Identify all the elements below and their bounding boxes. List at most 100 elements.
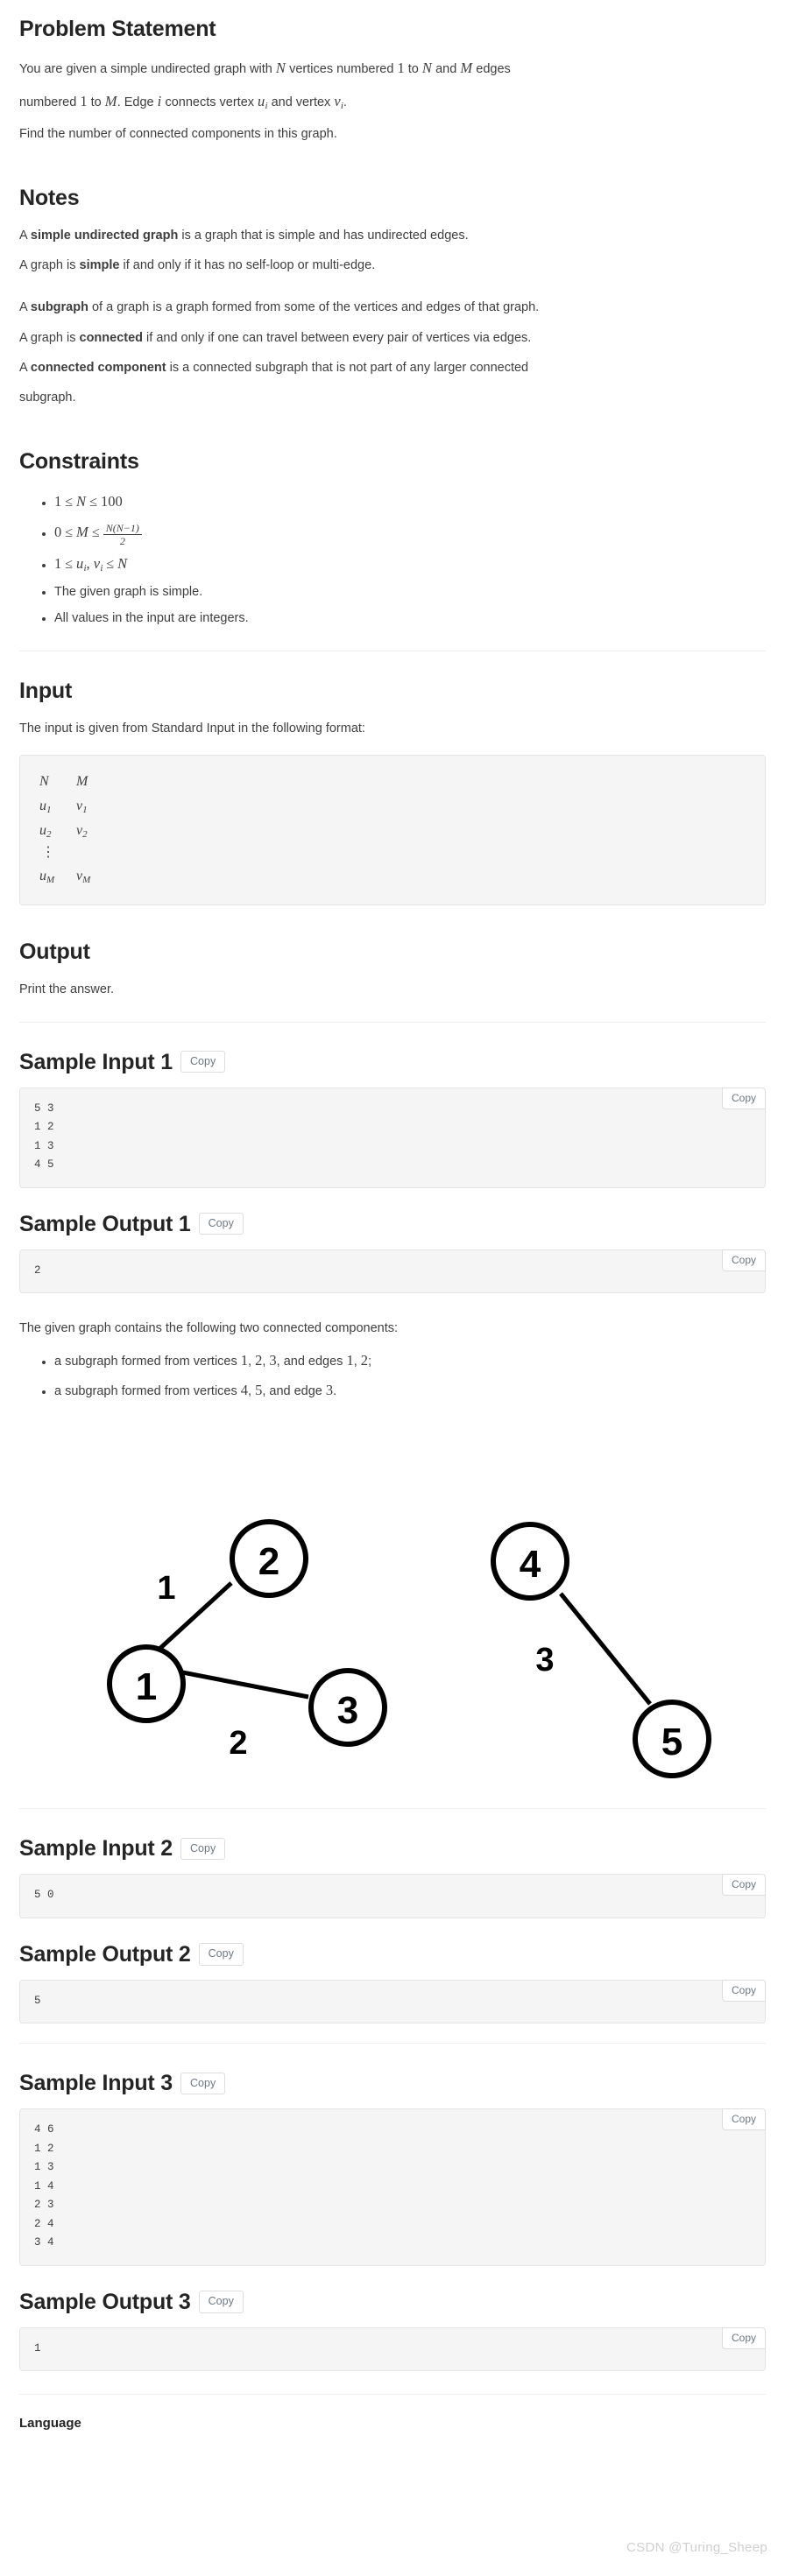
- text: and vertex: [267, 95, 335, 110]
- constraint-item-simple: The given graph is simple.: [54, 580, 766, 605]
- text: is a connected subgraph that is not part…: [166, 360, 529, 375]
- math-v: v: [334, 93, 341, 110]
- math-M: M: [76, 524, 88, 541]
- sample-output-2-title: Sample Output 2: [19, 1941, 191, 1967]
- sample-input-1-title: Sample Input 1: [19, 1049, 173, 1074]
- problem-statement-line-3: Find the number of connected components …: [19, 126, 337, 141]
- math-N: N: [76, 493, 87, 510]
- graph-svg: 1 2 3 4 5 1 2 3: [107, 1519, 711, 1779]
- math-value: 100: [101, 493, 123, 510]
- term-connected-component: connected component: [30, 360, 166, 375]
- math-one: 1: [397, 60, 405, 76]
- input-format-row-2: u1 v1: [39, 794, 751, 819]
- math-value: 3: [269, 1352, 277, 1369]
- section-heading-sample-input-1: Sample Input 1 Copy: [19, 1049, 766, 1075]
- section-heading-output: Output: [19, 939, 766, 965]
- math-operator: ≤: [106, 556, 115, 572]
- text: vertices numbered: [286, 62, 398, 76]
- graph-node-label-2: 2: [258, 1540, 279, 1583]
- sample-output-1-title: Sample Output 1: [19, 1211, 191, 1236]
- constraints-title: Constraints: [19, 449, 139, 475]
- section-heading-notes: Notes: [19, 185, 766, 211]
- text: edges: [472, 62, 511, 76]
- section-heading-sample-input-2: Sample Input 2 Copy: [19, 1835, 766, 1862]
- footer-divider: [19, 2394, 766, 2396]
- text: . Edge: [117, 95, 158, 110]
- copy-button-sample-input-1-heading[interactable]: Copy: [180, 1050, 226, 1073]
- text: if and only if one can travel between ev…: [143, 330, 532, 345]
- math-N: N: [421, 60, 433, 76]
- copy-button-sample-output-3[interactable]: Copy: [721, 2326, 766, 2349]
- text: A: [19, 360, 31, 375]
- section-heading-input: Input: [19, 678, 766, 704]
- sample-input-3-block: Copy 4 6 1 2 1 3 1 4 2 3 2 4 3 4: [19, 2108, 766, 2266]
- math-u: u: [39, 823, 46, 839]
- graph-node-label-4: 4: [520, 1543, 541, 1586]
- input-description: The input is given from Standard Input i…: [19, 721, 365, 735]
- section-heading-sample-output-1: Sample Output 1 Copy: [19, 1211, 766, 1237]
- math-one: 1: [80, 93, 88, 110]
- text: numbered: [19, 95, 81, 110]
- text: ,: [248, 1384, 256, 1399]
- section-divider: [19, 2043, 766, 2045]
- math-subscript: 1: [82, 804, 88, 815]
- constraints-list: 1≤N≤100 0≤M≤N(N−1)2 1≤ui, vi≤N The given…: [19, 487, 766, 630]
- copy-button-sample-input-3[interactable]: Copy: [721, 2108, 766, 2131]
- vertical-dots-icon: ⋮: [41, 845, 55, 861]
- term-simple: simple: [79, 258, 120, 273]
- math-M: M: [76, 773, 88, 789]
- graph-node-label-3: 3: [337, 1689, 358, 1732]
- explanation-item-component-1: a subgraph formed from vertices 1, 2, 3,…: [54, 1346, 766, 1375]
- problem-statement-line-1: You are given a simple undirected graph …: [19, 54, 766, 82]
- math-v1: v1: [76, 799, 88, 815]
- graph-node-label-1: 1: [136, 1665, 157, 1708]
- math-comma: ,: [86, 554, 94, 572]
- math-N: N: [275, 60, 286, 76]
- sample-input-1-code: 5 3 1 2 1 3 4 5: [34, 1101, 54, 1172]
- text: You are given a simple undirected graph …: [19, 62, 276, 76]
- language-label: Language: [19, 2416, 81, 2432]
- graph-edge-label-3: 3: [535, 1642, 554, 1679]
- text: , and edges: [276, 1355, 347, 1369]
- math-operator: ≤: [91, 525, 100, 541]
- note-line-2: A graph is simple if and only if it has …: [19, 253, 766, 278]
- math-value: 1: [54, 493, 62, 510]
- math-operator: ≤: [65, 525, 74, 541]
- copy-button-sample-input-2-heading[interactable]: Copy: [180, 1837, 226, 1861]
- math-u2: u2: [39, 819, 76, 843]
- math-subscript: 2: [82, 829, 88, 841]
- copy-button-sample-output-1-heading[interactable]: Copy: [198, 1212, 244, 1235]
- math-u: u: [39, 798, 46, 813]
- copy-button-sample-output-1[interactable]: Copy: [721, 1249, 766, 1271]
- sample-input-2-block: Copy 5 0: [19, 1874, 766, 1918]
- problem-statement-title: Problem Statement: [19, 17, 216, 41]
- math-subscript: M: [46, 875, 55, 886]
- copy-button-sample-output-2[interactable]: Copy: [721, 1979, 766, 2002]
- input-format-block: NM u1 v1 u2 v2 ⋮ uM vM: [19, 754, 766, 906]
- copy-button-sample-input-3-heading[interactable]: Copy: [180, 2072, 226, 2095]
- output-title: Output: [19, 940, 90, 965]
- math-u1: u1: [39, 794, 76, 819]
- math-value: 1: [240, 1352, 249, 1369]
- term-subgraph: subgraph: [30, 300, 88, 315]
- text: to: [87, 95, 105, 110]
- copy-button-sample-input-2[interactable]: Copy: [721, 1874, 766, 1897]
- sample-output-1-block: Copy 2: [19, 1249, 766, 1294]
- graph-edge-label-1: 1: [157, 1570, 175, 1607]
- note-line-6: subgraph.: [19, 391, 76, 405]
- sample-1-graph-figure: 1 2 3 4 5 1 2 3: [19, 1425, 766, 1789]
- output-description: Print the answer.: [19, 982, 114, 997]
- graph-edge-label-2: 2: [229, 1725, 247, 1762]
- copy-button-sample-input-1[interactable]: Copy: [721, 1087, 766, 1109]
- math-operator: ≤: [65, 495, 74, 510]
- math-uM: uM: [39, 864, 76, 889]
- copy-button-sample-output-2-heading[interactable]: Copy: [198, 1943, 244, 1966]
- constraint-item-m-range: 0≤M≤N(N−1)2: [54, 517, 766, 547]
- text: A: [19, 300, 31, 315]
- sample-output-3-title: Sample Output 3: [19, 2289, 191, 2314]
- sample-input-2-code: 5 0: [34, 1889, 54, 1902]
- problem-statement-line-2: numbered 1 to M. Edge i connects vertex …: [19, 88, 766, 116]
- math-value: 2: [360, 1352, 369, 1369]
- explanation-lead: The given graph contains the following t…: [19, 1321, 399, 1336]
- copy-button-sample-output-3-heading[interactable]: Copy: [198, 2291, 244, 2313]
